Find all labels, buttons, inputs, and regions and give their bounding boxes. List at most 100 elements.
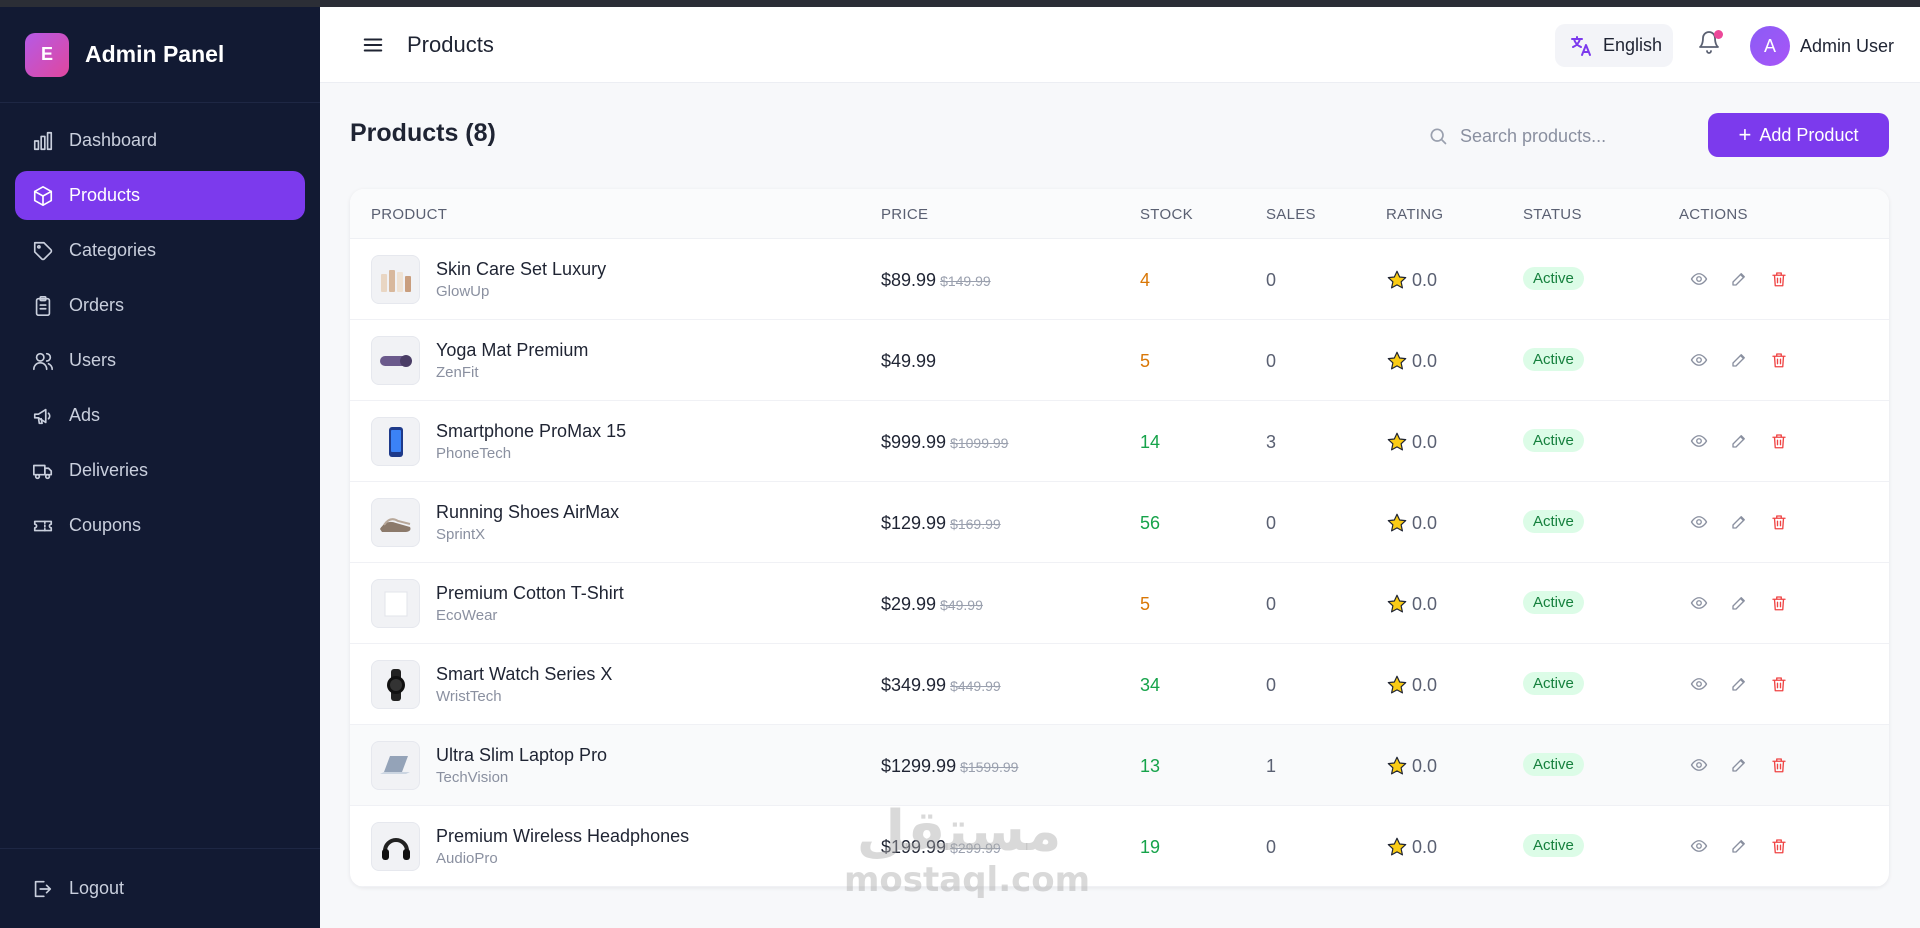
product-price: $89.99 $149.99 — [881, 270, 991, 291]
search-icon — [1430, 128, 1447, 145]
sidebar-item-products[interactable]: Products — [15, 171, 305, 220]
truck-icon — [31, 459, 55, 483]
sidebar-item-dashboard[interactable]: Dashboard — [15, 116, 305, 165]
product-thumbnail — [371, 336, 420, 385]
delete-icon[interactable] — [1768, 349, 1790, 371]
product-name[interactable]: Premium Cotton T-Shirt — [436, 583, 624, 604]
sidebar-item-deliveries[interactable]: Deliveries — [15, 446, 305, 495]
status-badge: Active — [1523, 510, 1584, 533]
delete-icon[interactable] — [1768, 754, 1790, 776]
edit-icon[interactable] — [1728, 835, 1750, 857]
table-row[interactable]: Premium Wireless Headphones AudioPro $199.… — [350, 806, 1889, 887]
table-row[interactable]: Smartphone ProMax 15 PhoneTech $999.99 $109… — [350, 401, 1889, 482]
sidebar-item-categories[interactable]: Categories — [15, 226, 305, 275]
row-actions — [1688, 754, 1808, 776]
table-row[interactable]: Premium Cotton T-Shirt EcoWear $29.99 $49.9… — [350, 563, 1889, 644]
sidebar-item-ads[interactable]: Ads — [15, 391, 305, 440]
column-header-stock: STOCK — [1140, 206, 1193, 223]
view-icon[interactable] — [1688, 268, 1710, 290]
product-name[interactable]: Smartphone ProMax 15 — [436, 421, 626, 442]
delete-icon[interactable] — [1768, 430, 1790, 452]
delete-icon[interactable] — [1768, 835, 1790, 857]
row-actions — [1688, 511, 1808, 533]
star-icon — [1386, 593, 1412, 615]
table-row[interactable]: Ultra Slim Laptop Pro TechVision $1299.99 $… — [350, 725, 1889, 806]
box-icon — [31, 184, 55, 208]
delete-icon[interactable] — [1768, 268, 1790, 290]
user-menu[interactable]: A Admin User — [1750, 26, 1894, 66]
sidebar: E Admin Panel Dashboard Products Categor… — [0, 7, 320, 928]
view-icon[interactable] — [1688, 349, 1710, 371]
product-name[interactable]: Premium Wireless Headphones — [436, 826, 689, 847]
view-icon[interactable] — [1688, 511, 1710, 533]
add-product-label: Add Product — [1759, 124, 1859, 145]
sidebar-item-coupons[interactable]: Coupons — [15, 501, 305, 550]
product-name[interactable]: Ultra Slim Laptop Pro — [436, 745, 607, 766]
logout-icon — [34, 880, 52, 897]
view-icon[interactable] — [1688, 835, 1710, 857]
ticket-icon — [31, 514, 55, 538]
product-brand: ZenFit — [436, 364, 479, 381]
product-sales: 0 — [1266, 270, 1277, 290]
product-thumbnail — [371, 741, 420, 790]
star-icon — [1386, 431, 1412, 453]
products-table: PRODUCT PRICE STOCK SALES RATING STATUS … — [350, 189, 1889, 887]
hamburger-icon — [363, 37, 383, 52]
view-icon[interactable] — [1688, 673, 1710, 695]
delete-icon[interactable] — [1768, 592, 1790, 614]
delete-icon[interactable] — [1768, 673, 1790, 695]
table-row[interactable]: Yoga Mat Premium ZenFit $49.99 5 0 0.0 Active — [350, 320, 1889, 401]
product-sales: 3 — [1266, 432, 1277, 452]
product-stock: 56 — [1140, 513, 1161, 533]
logout-button[interactable]: Logout — [0, 848, 320, 928]
product-stock: 13 — [1140, 756, 1161, 776]
edit-icon[interactable] — [1728, 511, 1750, 533]
view-icon[interactable] — [1688, 754, 1710, 776]
edit-icon[interactable] — [1728, 349, 1750, 371]
product-name[interactable]: Running Shoes AirMax — [436, 502, 619, 523]
column-header-price: PRICE — [881, 206, 929, 223]
product-name[interactable]: Smart Watch Series X — [436, 664, 612, 685]
notifications-button[interactable] — [1697, 30, 1725, 60]
language-label: English — [1603, 35, 1663, 55]
product-name[interactable]: Yoga Mat Premium — [436, 340, 588, 361]
sidebar-nav: Dashboard Products Categories Orders Use… — [0, 103, 320, 550]
product-brand: PhoneTech — [436, 445, 512, 462]
row-actions — [1688, 835, 1808, 857]
sidebar-item-label: Ads — [69, 405, 101, 425]
table-row[interactable]: Running Shoes AirMax SprintX $129.99 $169.9… — [350, 482, 1889, 563]
sidebar-item-label: Users — [69, 350, 117, 370]
status-badge: Active — [1523, 591, 1584, 614]
view-icon[interactable] — [1688, 592, 1710, 614]
language-button[interactable]: English — [1555, 24, 1673, 67]
edit-icon[interactable] — [1728, 430, 1750, 452]
edit-icon[interactable] — [1728, 268, 1750, 290]
product-name[interactable]: Skin Care Set Luxury — [436, 259, 606, 280]
sidebar-item-users[interactable]: Users — [15, 336, 305, 385]
edit-icon[interactable] — [1728, 754, 1750, 776]
top-header: Products English A Admin User — [320, 7, 1920, 83]
old-price: $169.99 — [950, 516, 1001, 532]
current-price: $89.99 — [881, 270, 937, 290]
delete-icon[interactable] — [1768, 511, 1790, 533]
star-icon — [1386, 350, 1412, 372]
search-input[interactable] — [1460, 125, 1680, 147]
sidebar-item-orders[interactable]: Orders — [15, 281, 305, 330]
old-price: $449.99 — [950, 678, 1001, 694]
product-thumbnail — [371, 255, 420, 304]
menu-toggle-button[interactable] — [361, 33, 385, 57]
product-brand: WristTech — [436, 688, 502, 705]
table-row[interactable]: Skin Care Set Luxury GlowUp $89.99 $149.99 4… — [350, 239, 1889, 320]
rating-value: 0.0 — [1412, 593, 1438, 614]
edit-icon[interactable] — [1728, 592, 1750, 614]
add-product-button[interactable]: + Add Product — [1708, 113, 1889, 157]
product-rating: 0.0 — [1386, 512, 1437, 534]
current-price: $199.99 — [881, 837, 947, 857]
sidebar-item-label: Categories — [69, 240, 157, 260]
star-icon — [1386, 755, 1412, 777]
edit-icon[interactable] — [1728, 673, 1750, 695]
table-row[interactable]: Smart Watch Series X WristTech $349.99 $449… — [350, 644, 1889, 725]
table-header: PRODUCT PRICE STOCK SALES RATING STATUS … — [350, 189, 1889, 239]
product-brand: GlowUp — [436, 283, 490, 300]
view-icon[interactable] — [1688, 430, 1710, 452]
